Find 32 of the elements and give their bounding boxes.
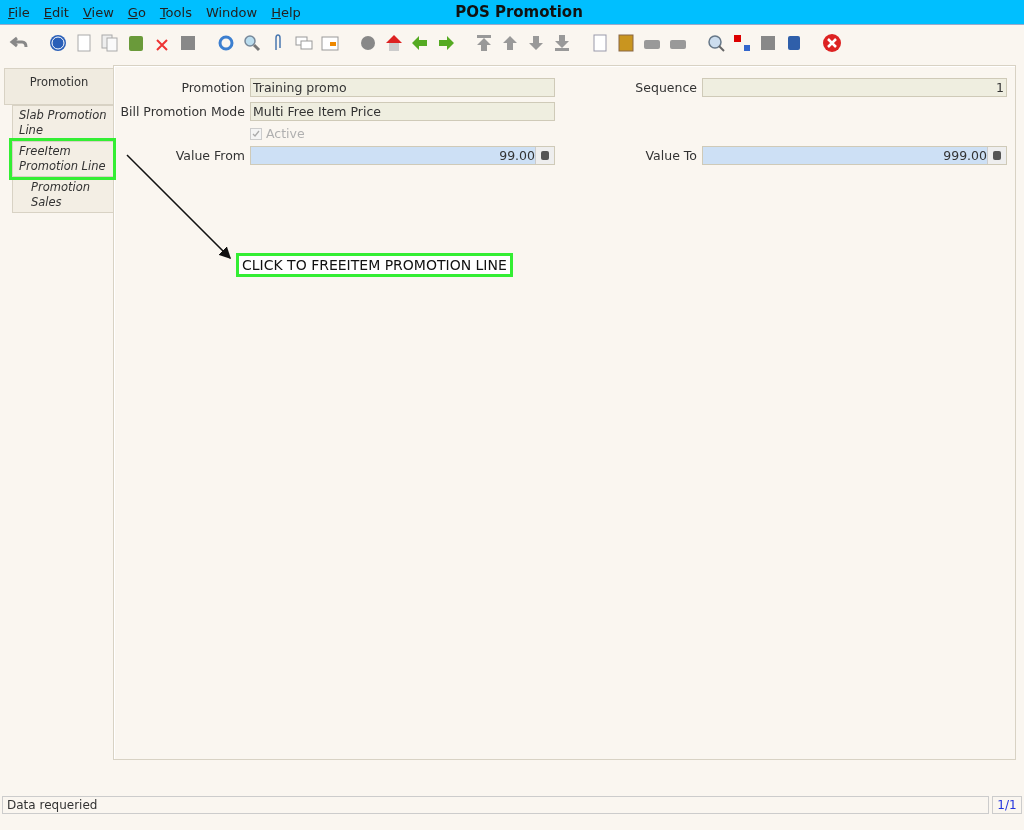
field-label: Promotion <box>180 80 245 95</box>
field-label: Bill Promotion Mode <box>119 104 245 119</box>
input-field[interactable]: Multi Free Item Price <box>250 102 555 121</box>
workflow-icon[interactable] <box>731 32 753 54</box>
menu-item[interactable]: Edit <box>43 4 69 20</box>
zoom-icon[interactable] <box>705 32 727 54</box>
input-field[interactable]: 1 <box>702 78 1007 97</box>
search-icon[interactable] <box>241 32 263 54</box>
tab[interactable]: Slab Promotion Line <box>12 105 113 141</box>
menu-item[interactable]: View <box>82 4 114 20</box>
field-label: Value To <box>644 148 697 163</box>
field-label: Sequence <box>634 80 697 95</box>
menu-item[interactable]: Help <box>271 4 301 20</box>
input-field[interactable]: 99.00 <box>250 146 555 165</box>
menu-item[interactable]: Go <box>127 4 146 20</box>
tab[interactable]: Promotion <box>4 68 113 105</box>
tab[interactable]: FreeItem Promotion Line <box>12 141 113 177</box>
close-icon[interactable] <box>821 32 843 54</box>
copy-icon[interactable] <box>99 32 121 54</box>
checkbox-label: Active <box>266 126 305 141</box>
menu-item[interactable]: File <box>8 4 30 20</box>
record-count: 1/1 <box>992 796 1022 814</box>
status-message: Data requeried <box>2 796 989 814</box>
calculator-icon[interactable] <box>987 147 1006 164</box>
input-field[interactable]: 999.00 <box>702 146 1007 165</box>
callout-label: CLICK TO FREEITEM PROMOTION LINE <box>236 253 513 277</box>
window-title: POS Promotion <box>455 3 583 21</box>
menu-item[interactable]: Tools <box>159 4 192 20</box>
calculator-icon[interactable] <box>535 147 554 164</box>
input-field[interactable]: Training promo <box>250 78 555 97</box>
field-label: Value From <box>174 148 245 163</box>
menu-item[interactable]: Window <box>205 4 258 20</box>
